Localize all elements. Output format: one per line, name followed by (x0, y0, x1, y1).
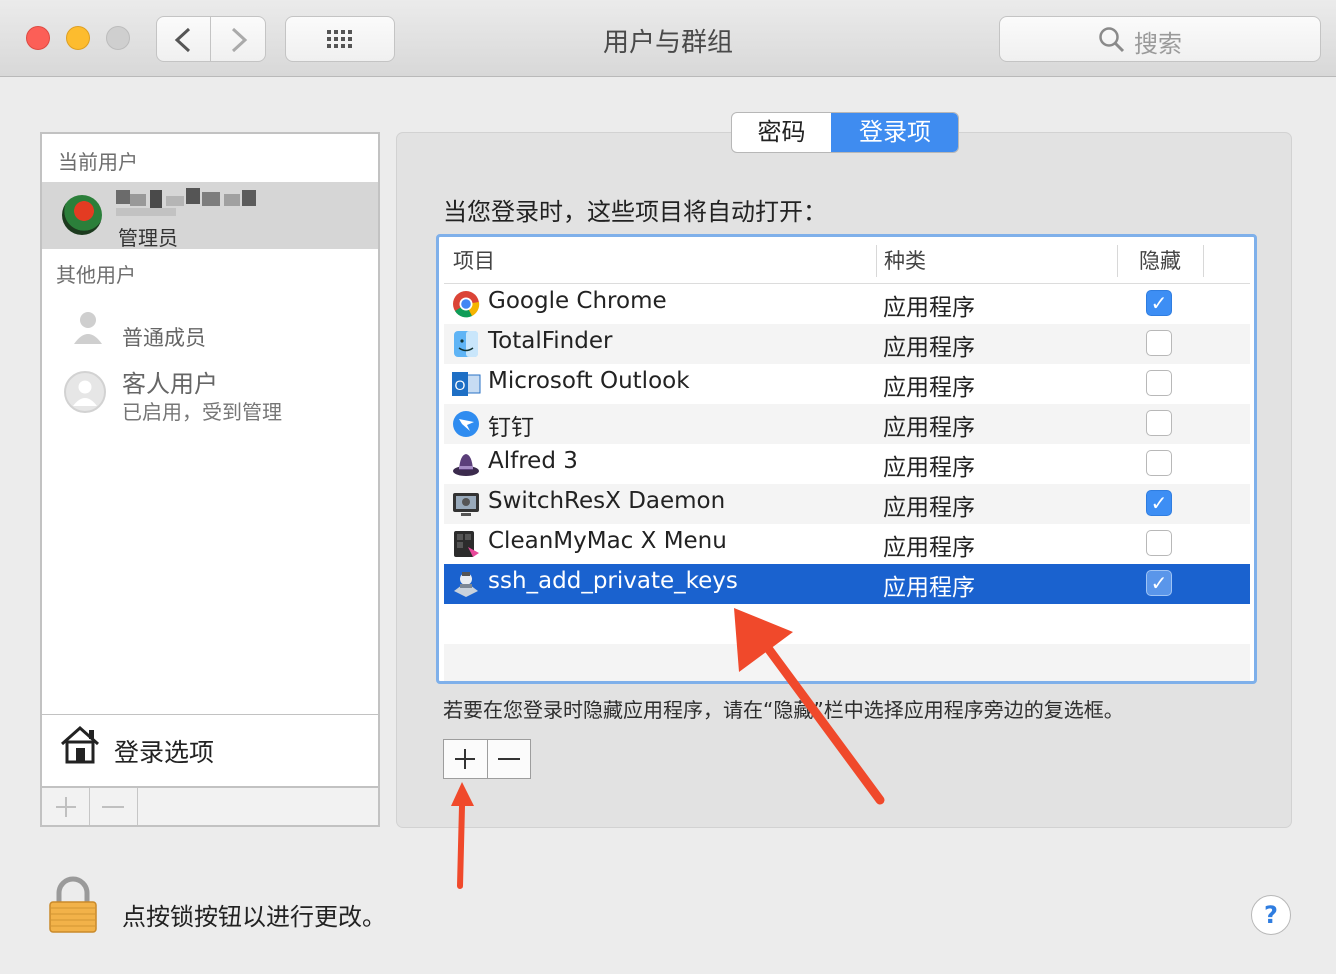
avatar (62, 195, 102, 235)
tab-login-items[interactable]: 登录项 (831, 113, 958, 152)
table-row[interactable]: Alfred 3 应用程序 (444, 444, 1250, 484)
remove-login-item-button[interactable] (488, 740, 530, 778)
hide-checkbox[interactable] (1146, 410, 1172, 436)
remove-user-button[interactable] (90, 788, 138, 825)
table-row[interactable]: O Microsoft Outlook 应用程序 (444, 364, 1250, 404)
current-user-header: 当前用户 (58, 150, 138, 174)
outlook-icon: O (452, 372, 481, 396)
item-kind: 应用程序 (883, 415, 975, 441)
guest-avatar (64, 371, 106, 413)
hide-checkbox[interactable] (1146, 370, 1172, 396)
table-row[interactable]: Google Chrome 应用程序 ✓ (444, 284, 1250, 324)
item-name: SwitchResX Daemon (488, 488, 726, 514)
search-icon (1099, 27, 1125, 53)
login-options-label[interactable]: 登录选项 (114, 733, 214, 769)
item-kind: 应用程序 (883, 295, 975, 321)
hide-checkbox[interactable]: ✓ (1146, 570, 1172, 596)
minus-icon (102, 806, 124, 808)
minus-icon (498, 758, 520, 760)
column-header-kind[interactable]: 种类 (884, 237, 1114, 283)
item-name: TotalFinder (488, 328, 613, 354)
automator-icon (454, 572, 478, 597)
house-icon (61, 725, 99, 764)
totalfinder-icon (454, 331, 478, 357)
table-row[interactable]: SwitchResX Daemon 应用程序 ✓ (444, 484, 1250, 524)
lock-hint: 点按锁按钮以进行更改。 (122, 903, 386, 931)
chrome-icon (453, 291, 480, 318)
empty-row (444, 604, 1250, 644)
hide-checkbox[interactable] (1146, 330, 1172, 356)
item-name: Microsoft Outlook (488, 368, 690, 394)
dingtalk-icon (453, 411, 479, 437)
column-divider (1117, 245, 1118, 277)
guest-user-name[interactable]: 客人用户 (122, 364, 218, 399)
hide-checkbox[interactable] (1146, 530, 1172, 556)
add-user-button[interactable] (42, 788, 90, 825)
current-user-role: 管理员 (118, 226, 178, 250)
table-row[interactable]: TotalFinder 应用程序 (444, 324, 1250, 364)
add-login-item-button[interactable] (444, 740, 488, 778)
cleanmymac-icon (454, 531, 479, 557)
svg-text:O: O (455, 377, 466, 393)
item-kind: 应用程序 (883, 495, 975, 521)
column-divider (876, 245, 877, 277)
switchresx-icon (453, 493, 479, 516)
guest-user-status: 已启用，受到管理 (122, 400, 282, 424)
lock-icon[interactable] (46, 876, 100, 934)
login-items-intro: 当您登录时，这些项目将自动打开： (443, 198, 827, 226)
tab-bar: 密码 登录项 (731, 112, 959, 153)
hide-checkbox[interactable]: ✓ (1146, 490, 1172, 516)
item-kind: 应用程序 (883, 575, 975, 601)
table-row-selected[interactable]: ssh_add_private_keys 应用程序 ✓ (444, 564, 1250, 604)
item-name: Alfred 3 (488, 448, 578, 474)
person-icon (73, 380, 97, 406)
member-user-row[interactable] (66, 308, 110, 348)
column-header-hide[interactable]: 隐藏 (1139, 237, 1219, 283)
column-divider (1203, 245, 1204, 277)
item-name: CleanMyMac X Menu (488, 528, 727, 554)
item-name: 钉钉 (488, 415, 534, 441)
item-kind: 应用程序 (883, 375, 975, 401)
plus-icon (56, 797, 76, 817)
hide-hint: 若要在您登录时隐藏应用程序，请在“隐藏”栏中选择应用程序旁边的复选框。 (443, 698, 1124, 722)
help-button[interactable]: ? (1251, 895, 1291, 935)
empty-row (444, 644, 1250, 681)
table-row[interactable]: CleanMyMac X Menu 应用程序 (444, 524, 1250, 564)
item-kind: 应用程序 (883, 535, 975, 561)
search-placeholder: 搜索 (1134, 30, 1182, 58)
login-items-table[interactable]: 项目 种类 隐藏 Google Chrome 应用程序 ✓ TotalFinde… (436, 234, 1257, 684)
column-header-item[interactable]: 项目 (453, 237, 873, 283)
hide-checkbox[interactable] (1146, 450, 1172, 476)
hide-checkbox[interactable]: ✓ (1146, 290, 1172, 316)
item-name: ssh_add_private_keys (488, 568, 738, 594)
plus-icon (455, 749, 475, 769)
item-kind: 应用程序 (883, 455, 975, 481)
tab-password[interactable]: 密码 (732, 113, 831, 152)
pixelated-name (116, 188, 256, 216)
item-kind: 应用程序 (883, 335, 975, 361)
alfred-icon (453, 454, 479, 476)
member-user-name[interactable]: 普通成员 (122, 322, 206, 352)
item-name: Google Chrome (488, 288, 667, 314)
person-icon (74, 312, 102, 344)
table-row[interactable]: 钉钉 应用程序 (444, 404, 1250, 444)
other-users-header: 其他用户 (56, 263, 136, 287)
